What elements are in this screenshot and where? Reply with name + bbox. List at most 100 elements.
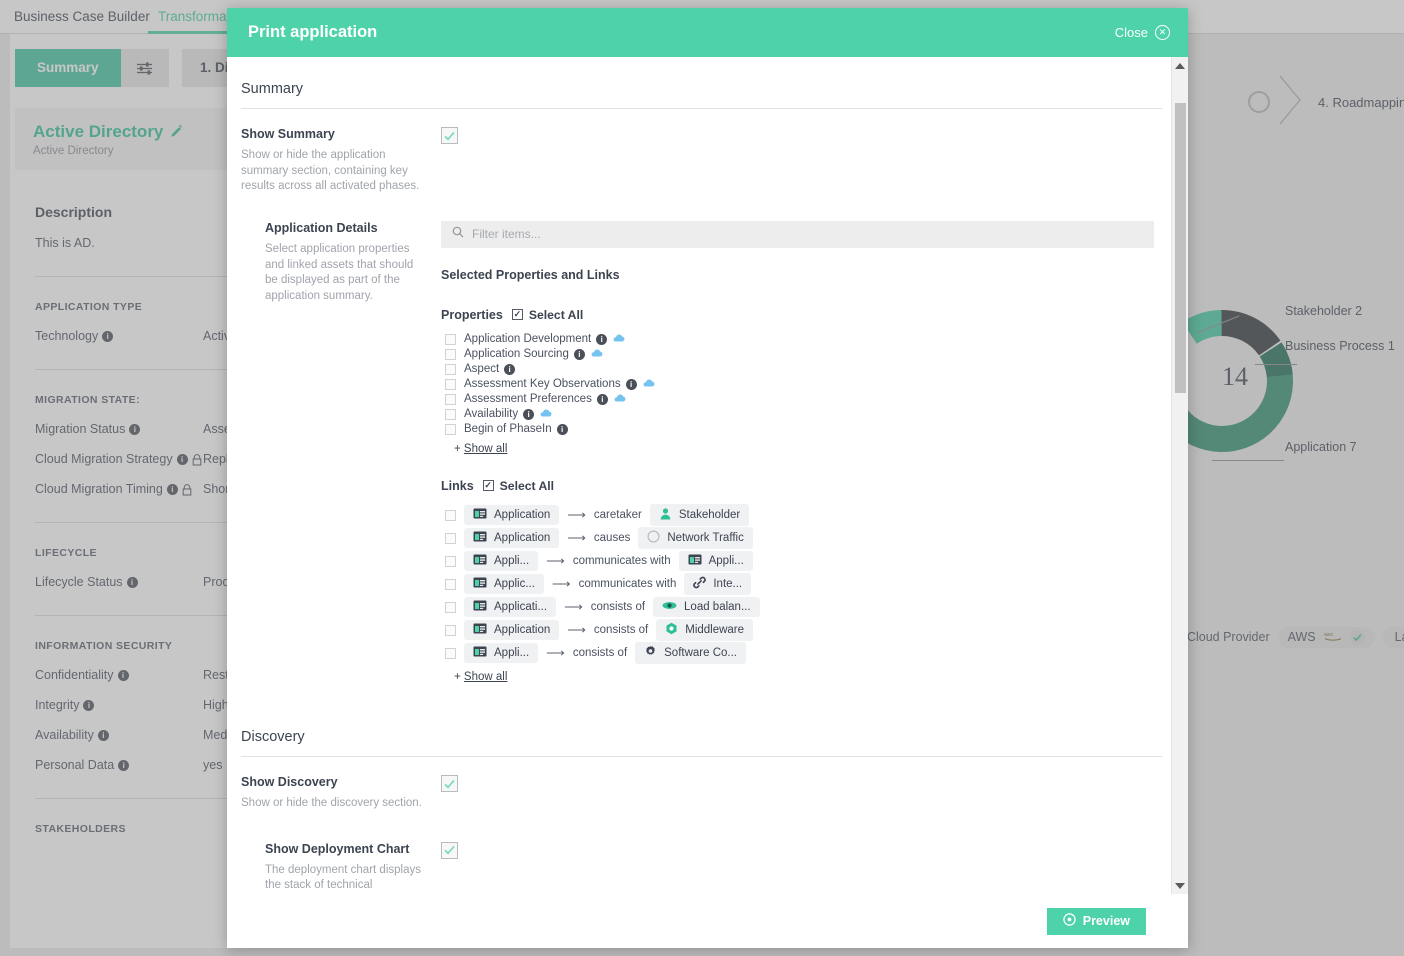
show-discovery-label: Show Discovery: [241, 774, 338, 789]
link-source-label: Applic...: [494, 578, 535, 591]
selected-properties-heading: Selected Properties and Links: [441, 267, 620, 282]
person-icon: [659, 507, 672, 523]
triangle-down-icon: [1175, 882, 1185, 889]
property-checkbox[interactable]: [445, 378, 456, 390]
properties-select-all[interactable]: ✓ Select All: [511, 307, 584, 322]
link-checkbox[interactable]: [445, 624, 456, 636]
link-option[interactable]: Application ⟶ caretaker Stakeholder: [441, 504, 1162, 527]
close-label: Close: [1114, 25, 1148, 40]
link-checkbox[interactable]: [445, 555, 456, 567]
property-checkbox[interactable]: [445, 423, 456, 435]
info-icon[interactable]: i: [556, 423, 568, 435]
scroll-down-button[interactable]: [1172, 877, 1188, 894]
scroll-up-button[interactable]: [1172, 57, 1188, 74]
cloud-icon: [612, 333, 625, 345]
select-all-checkbox[interactable]: ✓: [511, 309, 523, 321]
property-option[interactable]: Aspect i: [441, 362, 1162, 377]
link-target-chip: Middleware: [656, 619, 754, 642]
link-option[interactable]: Applicati... ⟶ consists of Load balan...: [441, 596, 1162, 619]
property-label: Begin of PhaseIn: [464, 423, 552, 436]
show-deployment-chart-checkbox[interactable]: [441, 841, 458, 859]
section-heading-discovery: Discovery: [241, 685, 1162, 757]
show-summary-checkbox[interactable]: [441, 127, 458, 145]
link-option[interactable]: Appli... ⟶ consists of Software Co...: [441, 642, 1162, 665]
property-checkbox[interactable]: [445, 393, 456, 405]
property-option[interactable]: Assessment Key Observations i: [441, 377, 1162, 392]
links-show-all[interactable]: + Show all: [454, 671, 507, 683]
link-target-label: Load balan...: [684, 601, 751, 614]
circle-icon: [647, 530, 660, 546]
link-option[interactable]: Application ⟶ causes Network Traffic: [441, 527, 1162, 550]
property-checkbox[interactable]: [445, 333, 456, 345]
link-target-chip: Stakeholder: [649, 504, 750, 527]
arrow-right-icon: ⟶: [551, 576, 571, 592]
property-option[interactable]: Availability i: [441, 407, 1162, 422]
application-icon: [473, 623, 487, 637]
link-checkbox[interactable]: [445, 601, 456, 613]
property-option[interactable]: Assessment Preferences i: [441, 392, 1162, 407]
link-checkbox[interactable]: [445, 532, 456, 544]
triangle-up-icon: [1175, 62, 1185, 69]
application-icon: [473, 554, 487, 568]
link-target-chip: Network Traffic: [638, 527, 753, 550]
link-target-chip: Software Co...: [635, 642, 747, 665]
select-all-label: Select All: [528, 307, 584, 322]
property-checkbox[interactable]: [445, 348, 456, 360]
show-summary-row: Show Summary Show or hide the applicatio…: [241, 109, 1162, 195]
application-icon: [473, 577, 487, 591]
link-icon: [693, 576, 707, 592]
link-source-label: Appli...: [494, 555, 530, 568]
links-select-all[interactable]: ✓ Select All: [482, 478, 555, 493]
info-icon[interactable]: i: [596, 393, 608, 405]
select-all-label: Select All: [499, 478, 555, 493]
info-icon[interactable]: i: [596, 333, 608, 345]
preview-label: Preview: [1082, 914, 1130, 928]
info-icon[interactable]: i: [625, 378, 637, 390]
property-label: Assessment Preferences: [464, 393, 592, 406]
link-source-chip: Applic...: [464, 574, 544, 595]
preview-button[interactable]: Preview: [1046, 907, 1146, 935]
select-all-checkbox[interactable]: ✓: [482, 480, 494, 492]
link-source-chip: Appli...: [464, 551, 539, 572]
properties-group-header: Properties ✓ Select All: [441, 308, 1162, 322]
application-icon: [473, 646, 487, 660]
link-checkbox[interactable]: [445, 578, 456, 590]
close-button[interactable]: Close ✕: [1115, 25, 1170, 40]
link-source-label: Application: [494, 532, 551, 545]
dialog-scrollbar[interactable]: [1171, 57, 1188, 894]
property-option[interactable]: Begin of PhaseIn i: [441, 422, 1162, 437]
property-checkbox[interactable]: [445, 408, 456, 420]
link-checkbox[interactable]: [445, 509, 456, 521]
link-target-label: Stakeholder: [678, 509, 741, 522]
links-group-label: Links: [441, 478, 474, 493]
arrow-right-icon: ⟶: [567, 530, 586, 546]
property-label: Assessment Key Observations: [464, 378, 621, 391]
property-option[interactable]: Application Sourcing i: [441, 347, 1162, 362]
info-icon[interactable]: i: [523, 408, 535, 420]
property-option[interactable]: Application Development i: [441, 332, 1162, 347]
properties-show-all[interactable]: + Show all: [454, 443, 507, 455]
middleware-icon: [665, 622, 678, 638]
dialog-body: Summary Show Summary Show or hide the ap…: [227, 57, 1188, 894]
link-option[interactable]: Application ⟶ consists of Middleware: [441, 619, 1162, 642]
link-checkbox[interactable]: [445, 647, 456, 659]
show-discovery-checkbox[interactable]: [441, 775, 458, 793]
cloud-icon: [539, 408, 552, 420]
link-target-label: Inte...: [713, 578, 743, 591]
info-icon[interactable]: i: [504, 363, 516, 375]
link-source-chip: Application: [464, 505, 560, 526]
link-relation-label: caretaker: [593, 509, 642, 522]
scrollbar-thumb[interactable]: [1175, 103, 1186, 393]
link-option[interactable]: Appli... ⟶ communicates with Appli...: [441, 550, 1162, 573]
link-target-label: Middleware: [685, 624, 745, 637]
links-show-all-label: Show all: [463, 670, 508, 683]
link-option[interactable]: Applic... ⟶ communicates with Inte...: [441, 573, 1162, 596]
info-icon[interactable]: i: [573, 348, 585, 360]
link-source-label: Application: [494, 624, 551, 637]
link-target-label: Appli...: [708, 555, 744, 568]
show-summary-label: Show Summary: [241, 127, 335, 141]
loadbalancer-icon: [662, 600, 677, 614]
property-checkbox[interactable]: [445, 363, 456, 375]
link-target-label: Network Traffic: [667, 532, 744, 545]
filter-input-wrapper[interactable]: Filter items...: [441, 220, 1154, 248]
